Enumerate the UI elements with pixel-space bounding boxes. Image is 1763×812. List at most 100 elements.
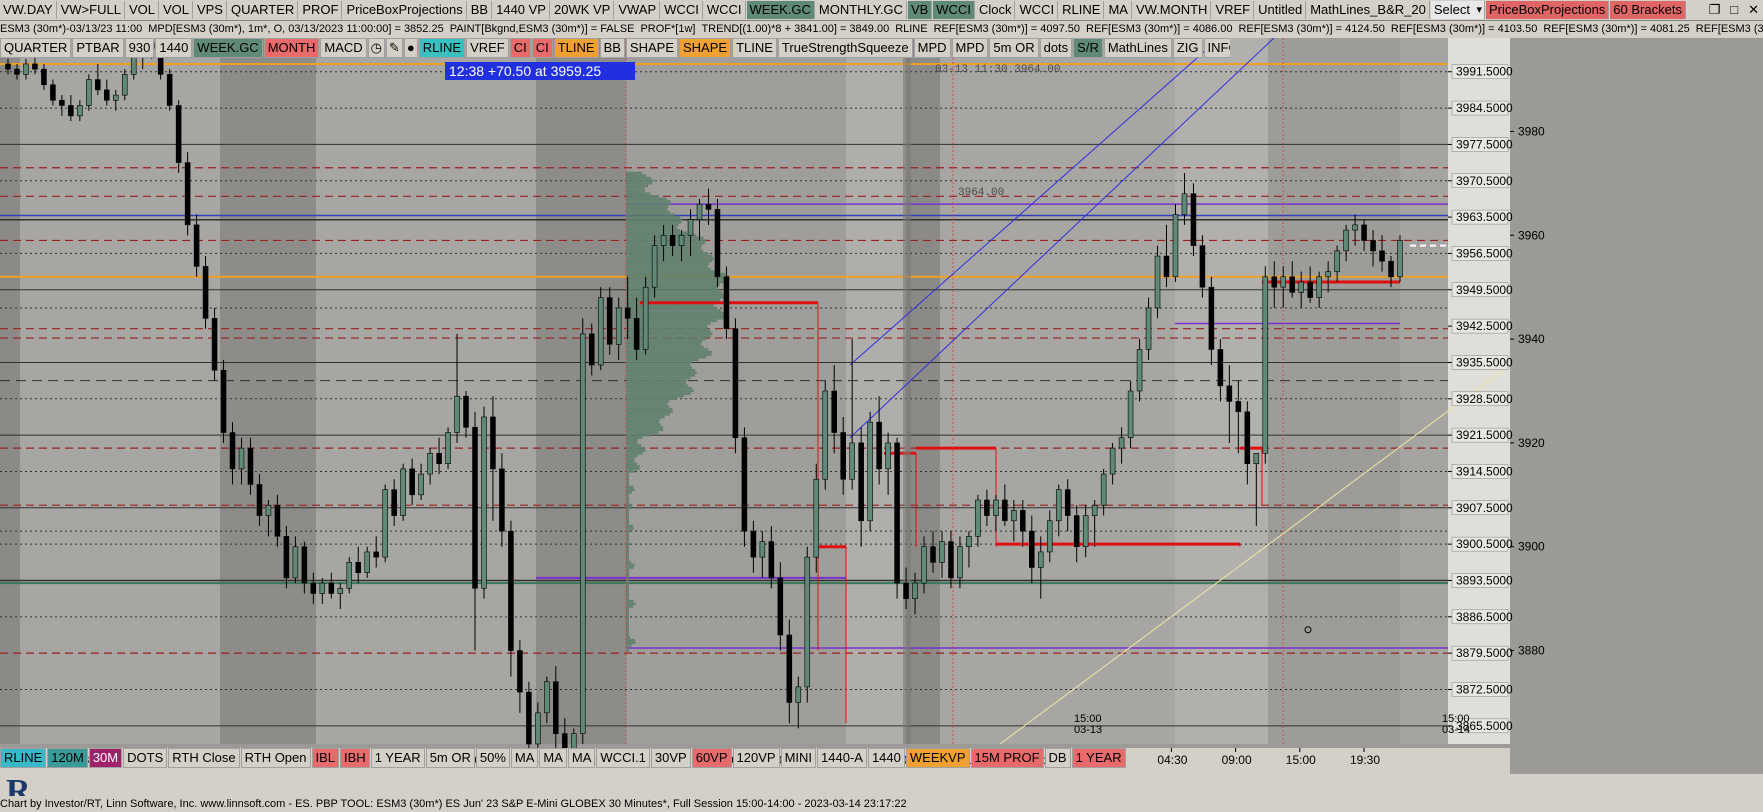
candle-body[interactable]: [463, 395, 469, 428]
menu-item-priceboxprojections[interactable]: PriceBoxProjections: [1485, 1, 1610, 19]
candle-body[interactable]: [1046, 520, 1053, 553]
candle-body[interactable]: [301, 546, 308, 584]
candle-body[interactable]: [813, 478, 820, 558]
candle-body[interactable]: [723, 276, 730, 330]
candle-body[interactable]: [1388, 260, 1394, 278]
candle-body[interactable]: [1316, 276, 1322, 298]
candle-body[interactable]: [777, 577, 784, 636]
candle-body[interactable]: [1217, 349, 1224, 387]
candle-body[interactable]: [1064, 489, 1071, 516]
bottom-button-1440[interactable]: 1440: [867, 748, 905, 768]
candle-body[interactable]: [1262, 276, 1269, 454]
candle-body[interactable]: [1038, 551, 1044, 568]
bottom-button-120m[interactable]: 120M: [47, 748, 88, 768]
candle-body[interactable]: [247, 447, 254, 485]
candle-body[interactable]: [1298, 281, 1304, 293]
toolbar-button-930[interactable]: 930: [124, 38, 155, 58]
candle-body[interactable]: [984, 499, 990, 516]
candle-body[interactable]: [32, 63, 38, 70]
bottom-button-ma[interactable]: MA: [510, 748, 539, 768]
pencil-icon[interactable]: ✎: [386, 38, 403, 58]
toolbar-button-rline[interactable]: RLINE: [418, 38, 466, 58]
candle-body[interactable]: [121, 74, 128, 96]
candle-body[interactable]: [193, 224, 200, 267]
toolbar-button-zig[interactable]: ZIG: [1172, 38, 1203, 58]
candle-body[interactable]: [1334, 250, 1340, 272]
bottom-button-120vp[interactable]: 120VP: [732, 748, 780, 768]
menu-item-vol[interactable]: VOL: [125, 1, 159, 19]
maximize-icon[interactable]: □: [1730, 2, 1738, 18]
bottom-button-ibl[interactable]: IBL: [311, 748, 340, 768]
candle-body[interactable]: [211, 318, 218, 371]
globe-icon[interactable]: ●: [403, 38, 418, 58]
menu-item-priceboxprojections[interactable]: PriceBoxProjections: [343, 1, 467, 19]
menu-item-vol[interactable]: VOL: [159, 1, 193, 19]
menu-item-vw-full[interactable]: VW>FULL: [57, 1, 125, 19]
candle-body[interactable]: [112, 94, 119, 101]
menu-item-brackets[interactable]: 60 Brackets: [1610, 1, 1686, 19]
candle-body[interactable]: [283, 536, 290, 579]
candle-body[interactable]: [642, 286, 649, 350]
toolbar-button-week-gc[interactable]: WEEK.GC: [193, 38, 263, 58]
bottom-button-weekvp[interactable]: WEEKVP: [905, 748, 970, 768]
bottom-button-ibh[interactable]: IBH: [340, 748, 370, 768]
menu-item-prof[interactable]: PROF: [299, 1, 343, 19]
candle-body[interactable]: [624, 307, 631, 319]
candle-body[interactable]: [912, 582, 918, 599]
toolbar-button-info[interactable]: INFO: [1203, 38, 1230, 58]
bottom-button-rth-close[interactable]: RTH Close: [168, 748, 240, 768]
candle-body[interactable]: [310, 582, 317, 594]
menu-item-vw-month[interactable]: VW.MONTH: [1132, 1, 1212, 19]
candle-body[interactable]: [1235, 401, 1242, 413]
candle-body[interactable]: [1379, 250, 1385, 262]
toolbar-button-dots[interactable]: dots: [1039, 38, 1073, 58]
candle-body[interactable]: [1172, 214, 1179, 278]
candle-body[interactable]: [714, 209, 721, 278]
candle-body[interactable]: [319, 582, 326, 594]
menu-item-mathlines-b-r-20[interactable]: MathLines_B&R_20: [1307, 1, 1430, 19]
candle-body[interactable]: [409, 468, 415, 496]
candle-body[interactable]: [678, 234, 685, 246]
menu-item-wcci[interactable]: WCCI: [933, 1, 975, 19]
bottom-button-1440-a[interactable]: 1440-A: [817, 748, 867, 768]
clock-icon[interactable]: ◷: [367, 38, 385, 58]
candle-body[interactable]: [1352, 224, 1358, 231]
candle-body[interactable]: [1199, 245, 1206, 288]
candle-body[interactable]: [975, 499, 981, 537]
candle-body[interactable]: [858, 442, 864, 522]
bottom-button-ma[interactable]: MA: [539, 748, 567, 768]
candle-body[interactable]: [1208, 286, 1215, 350]
candle-body[interactable]: [822, 390, 829, 480]
toolbar-button-tline[interactable]: TLINE: [553, 38, 599, 58]
menu-item-untitled[interactable]: Untitled: [1255, 1, 1307, 19]
candle-body[interactable]: [966, 536, 972, 548]
candle-body[interactable]: [849, 442, 855, 480]
candle-body[interactable]: [1002, 499, 1008, 522]
candle-body[interactable]: [1020, 510, 1026, 532]
candle-body[interactable]: [490, 416, 496, 470]
toolbar-button-mathlines[interactable]: MathLines: [1103, 38, 1172, 58]
candle-body[interactable]: [1280, 276, 1287, 288]
restore-icon[interactable]: ❐: [1709, 2, 1721, 18]
candle-body[interactable]: [768, 541, 775, 579]
candle-body[interactable]: [481, 416, 487, 589]
bottom-button-mini[interactable]: MINI: [780, 748, 817, 768]
candle-body[interactable]: [903, 582, 909, 599]
menu-item-vw-day[interactable]: VW.DAY: [0, 1, 57, 19]
bottom-button-50[interactable]: 50%: [475, 748, 510, 768]
candle-body[interactable]: [840, 432, 846, 480]
candle-body[interactable]: [660, 234, 667, 246]
candle-body[interactable]: [229, 432, 236, 470]
candle-body[interactable]: [68, 105, 74, 117]
bottom-button-15m-prof[interactable]: 15M PROF: [970, 748, 1044, 768]
bottom-button-60vp[interactable]: 60VP: [691, 748, 732, 768]
candle-body[interactable]: [391, 489, 397, 516]
candle-body[interactable]: [831, 390, 837, 433]
candle-body[interactable]: [256, 484, 263, 516]
select-dropdown[interactable]: Select: [1430, 1, 1485, 19]
candle-body[interactable]: [553, 681, 559, 734]
candle-body[interactable]: [535, 712, 541, 745]
candle-body[interactable]: [633, 318, 640, 350]
candle-body[interactable]: [445, 432, 451, 464]
candle-body[interactable]: [508, 530, 514, 651]
